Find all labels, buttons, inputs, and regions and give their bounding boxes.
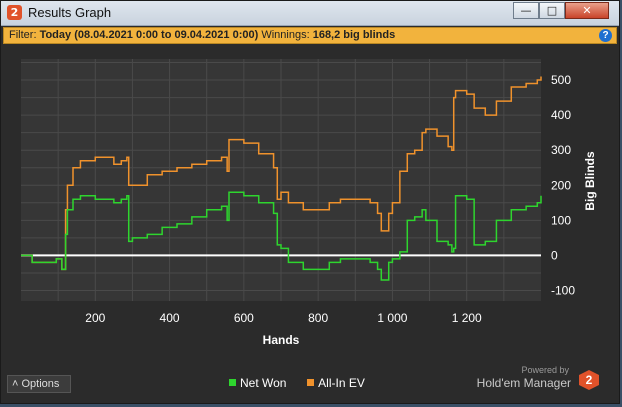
y-axis-ticks: -100 0 100 200 300 400 500: [551, 73, 575, 297]
brand-name: Hold'em Manager: [476, 376, 571, 390]
x-tick-label: 1 200: [452, 311, 482, 325]
options-button[interactable]: ˄ Options: [7, 375, 71, 393]
y-axis-title: Big Blinds: [583, 151, 597, 211]
x-tick-label: 800: [308, 311, 328, 325]
y-tick-label: 100: [551, 213, 571, 227]
options-label: Options: [21, 378, 60, 390]
y-tick-label: -100: [551, 283, 575, 297]
y-tick-label: 300: [551, 143, 571, 157]
y-tick-label: 500: [551, 73, 571, 87]
y-tick-label: 0: [551, 248, 558, 262]
legend-item-net-won[interactable]: Net Won: [229, 376, 290, 390]
legend-swatch: [229, 379, 236, 386]
y-tick-label: 400: [551, 108, 571, 122]
results-chart: 200 400 600 800 1 000 1 200 -1000100200300400…: [21, 59, 597, 347]
powered-by-label: Powered by: [521, 365, 569, 375]
y-tick-label: 200: [551, 178, 571, 192]
x-axis-ticks: 200 400 600 800 1 000 1 200: [85, 311, 482, 325]
legend-label: Net Won: [240, 376, 287, 390]
x-tick-label: 1 000: [377, 311, 407, 325]
legend-swatch: [307, 379, 315, 386]
x-axis-title: Hands: [263, 333, 300, 347]
x-tick-label: 200: [85, 311, 105, 325]
chevron-up-icon: ˄: [12, 378, 19, 390]
chart-legend: Net Won All-In EV: [229, 376, 365, 392]
legend-item-all-in-ev[interactable]: All-In EV: [307, 376, 365, 390]
x-tick-label: 600: [234, 311, 254, 325]
results-graph-window: 2 Results Graph — □ ✕ Filter: Today (08.…: [0, 0, 620, 404]
x-tick-label: 400: [160, 311, 180, 325]
legend-label: All-In EV: [318, 376, 365, 390]
